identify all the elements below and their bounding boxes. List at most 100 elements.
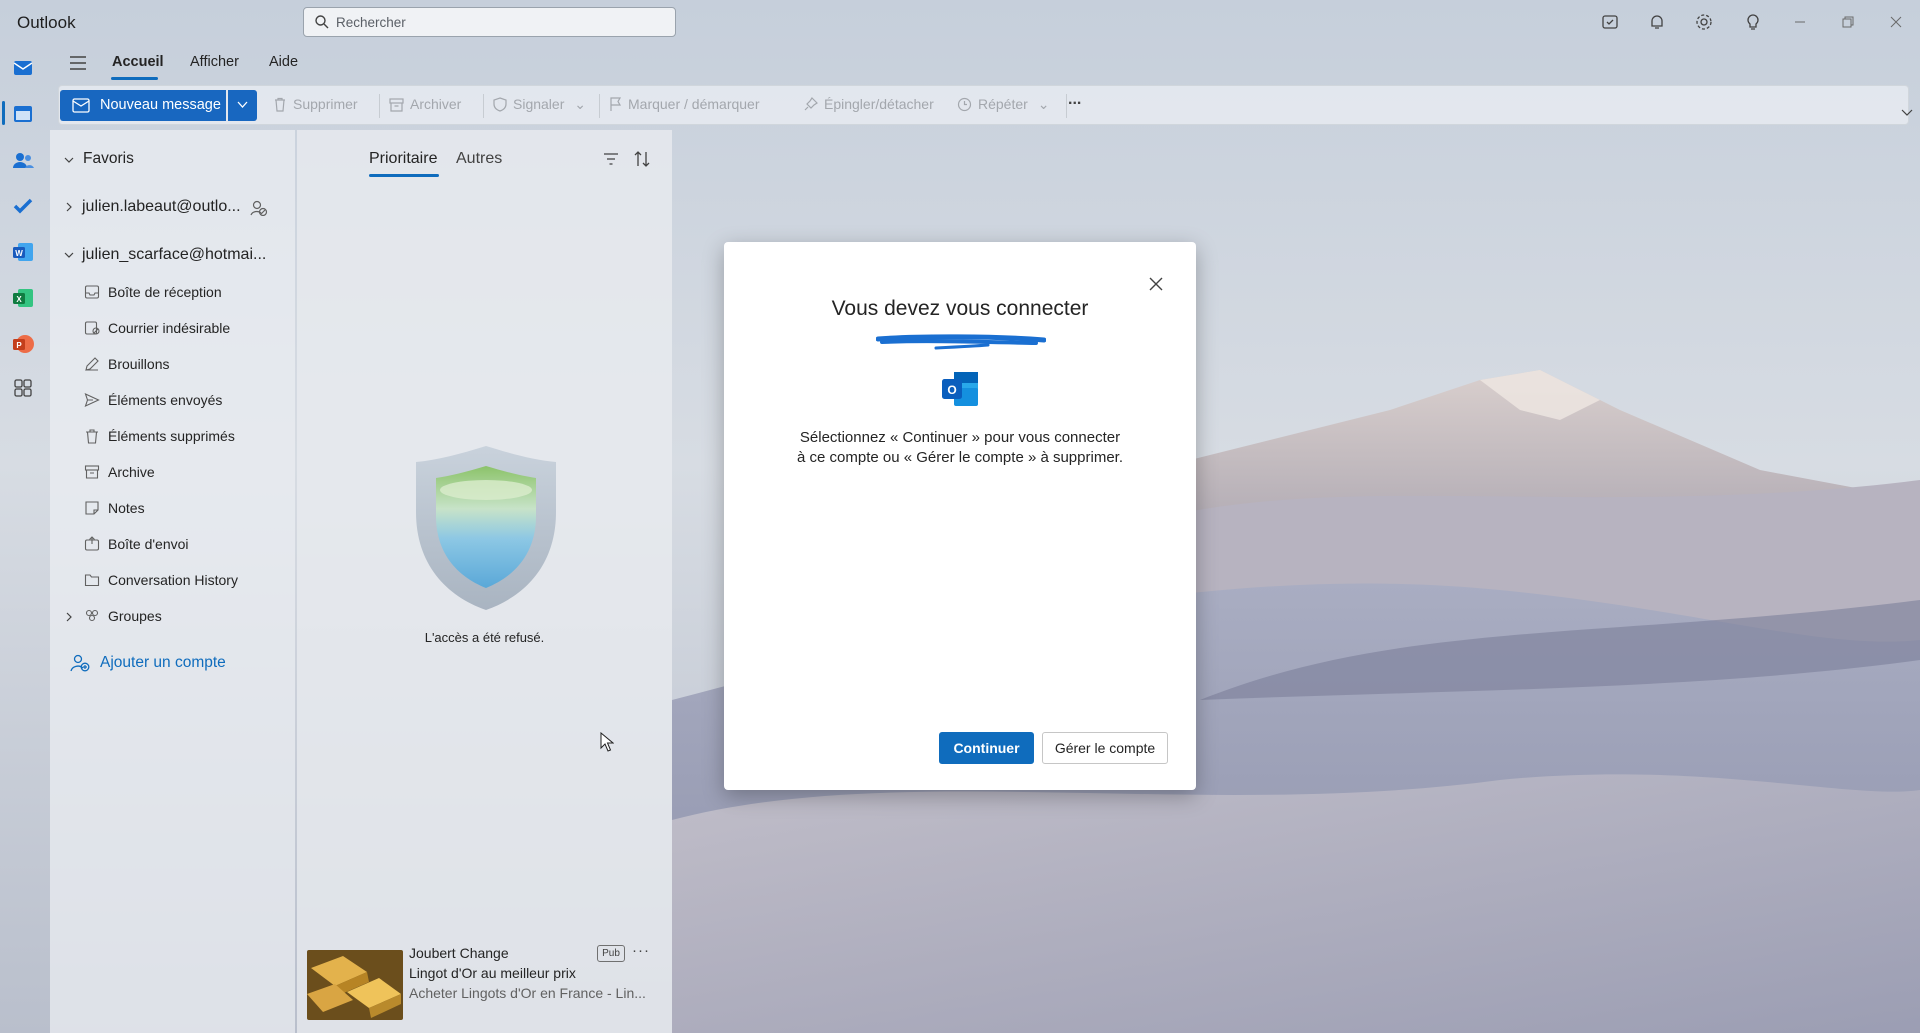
ad-message[interactable]: Joubert Change Pub ··· Lingot d'Or au me… <box>297 942 672 1033</box>
folder-sent[interactable]: Éléments envoyés <box>108 392 222 408</box>
more-commands-button[interactable]: ... <box>1068 91 1081 109</box>
add-account-link[interactable]: Ajouter un compte <box>100 654 226 672</box>
folder-archive[interactable]: Archive <box>108 464 155 480</box>
filter-icon[interactable] <box>603 152 619 166</box>
lightbulb-icon[interactable] <box>1743 12 1763 32</box>
tab-accueil[interactable]: Accueil <box>112 54 164 70</box>
manage-account-button[interactable]: Gérer le compte <box>1042 732 1168 764</box>
chevron-right-icon[interactable] <box>65 612 73 622</box>
separator <box>1066 94 1067 118</box>
folder-deleted[interactable]: Éléments supprimés <box>108 428 235 444</box>
chevron-down-icon[interactable] <box>64 251 74 259</box>
restore-icon[interactable] <box>1838 12 1858 32</box>
favorites-header[interactable]: Favoris <box>83 150 134 168</box>
trash-icon <box>275 97 285 112</box>
delete-label: Supprimer <box>293 96 358 112</box>
chevron-right-icon[interactable] <box>65 202 73 212</box>
svg-text:X: X <box>16 295 22 304</box>
repeat-button[interactable]: Répéter ⌄ <box>957 96 1049 113</box>
chevron-down-icon: ⌄ <box>1037 96 1050 112</box>
folder-notes[interactable]: Notes <box>108 500 145 516</box>
todo-icon[interactable] <box>10 193 36 219</box>
tab-afficher[interactable]: Afficher <box>190 54 239 70</box>
new-message-dropdown[interactable] <box>228 90 257 121</box>
search-placeholder: Rechercher <box>336 15 406 30</box>
delete-button[interactable]: Supprimer <box>273 96 358 112</box>
redacted-email-scribble <box>876 334 1046 350</box>
tab-aide[interactable]: Aide <box>269 54 298 70</box>
add-person-icon <box>70 654 90 672</box>
account-julien-scarface[interactable]: julien_scarface@hotmai... <box>82 246 266 264</box>
flag-label: Marquer / démarquer <box>628 96 760 112</box>
search-box[interactable]: Rechercher <box>303 7 676 37</box>
ad-sender: Joubert Change <box>409 945 509 961</box>
folder-conversation-history[interactable]: Conversation History <box>108 572 238 588</box>
title-bar: Outlook Rechercher <box>0 0 1920 45</box>
ad-subject: Lingot d'Or au meilleur prix <box>409 965 576 981</box>
folder-inbox[interactable]: Boîte de réception <box>108 284 222 300</box>
pin-button[interactable]: Épingler/détacher <box>804 96 934 112</box>
outlook-logo-icon: O <box>942 372 978 406</box>
sort-icon[interactable] <box>633 150 651 168</box>
ad-preview: Acheter Lingots d'Or en France - Lin... <box>409 985 646 1001</box>
bell-icon[interactable] <box>1647 12 1667 32</box>
calendar-icon[interactable] <box>10 101 36 127</box>
trash-icon <box>86 429 98 444</box>
send-icon <box>84 392 100 408</box>
folder-drafts[interactable]: Brouillons <box>108 356 169 372</box>
app-title: Outlook <box>17 13 76 32</box>
access-denied-text: L'accès a été refusé. <box>424 630 545 645</box>
minimize-icon[interactable] <box>1790 12 1810 32</box>
powerpoint-icon[interactable]: P <box>10 331 36 357</box>
close-icon[interactable] <box>1148 276 1164 292</box>
svg-text:O: O <box>947 383 956 397</box>
gear-icon[interactable] <box>1694 12 1714 32</box>
message-list: Prioritaire Autres L'accès a été refusé.… <box>297 130 672 1033</box>
dialog-message: Sélectionnez « Continuer » pour vous con… <box>797 429 1123 466</box>
excel-icon[interactable]: X <box>10 285 36 311</box>
folder-groups[interactable]: Groupes <box>108 608 162 624</box>
mail-icon[interactable] <box>10 55 36 81</box>
tab-selected-indicator <box>111 77 158 80</box>
separator <box>483 94 484 118</box>
report-button[interactable]: Signaler ⌄ <box>493 96 586 113</box>
continue-button[interactable]: Continuer <box>939 732 1034 764</box>
app-rail: W X P <box>0 45 46 1033</box>
archive-label: Archiver <box>410 96 462 112</box>
tab-prioritaire[interactable]: Prioritaire <box>369 150 437 168</box>
new-message-button[interactable]: Nouveau message <box>60 90 226 121</box>
ribbon-expand-icon[interactable] <box>1901 108 1913 117</box>
chevron-down-icon <box>237 101 248 108</box>
new-message-label: Nouveau message <box>100 97 221 113</box>
folder-pane: Favoris julien.labeaut@outlo... julien_s… <box>50 130 295 1033</box>
drafts-icon <box>85 357 99 371</box>
close-icon[interactable] <box>1886 12 1906 32</box>
archive-button[interactable]: Archiver <box>389 96 461 112</box>
flag-button[interactable]: Marquer / démarquer <box>609 96 760 112</box>
ribbon: Accueil Afficher Aide Nouveau message Su… <box>50 45 1920 127</box>
tab-selected-indicator <box>369 174 439 177</box>
pin-icon <box>804 97 818 111</box>
folder-icon <box>84 574 100 587</box>
folder-outbox[interactable]: Boîte d'envoi <box>108 536 189 552</box>
shield-icon <box>493 97 507 112</box>
flag-icon <box>610 97 622 111</box>
my-day-icon[interactable] <box>1600 12 1620 32</box>
note-icon <box>85 501 99 515</box>
chevron-down-icon[interactable] <box>64 156 74 164</box>
account-julien-labeaut[interactable]: julien.labeaut@outlo... <box>82 198 241 216</box>
ad-more-button[interactable]: ··· <box>632 942 650 959</box>
dialog-title: Vous devez vous connecter <box>831 297 1089 320</box>
hamburger-menu-icon[interactable] <box>68 55 88 71</box>
svg-text:W: W <box>15 249 23 258</box>
search-icon <box>315 15 329 29</box>
people-icon[interactable] <box>10 147 36 173</box>
signin-dialog: Vous devez vous connecter O Sélectionnez… <box>724 242 1196 790</box>
archive-icon <box>389 98 404 112</box>
tab-autres[interactable]: Autres <box>456 150 502 168</box>
folder-junk[interactable]: Courrier indésirable <box>108 320 230 336</box>
rail-selection-indicator <box>2 101 5 125</box>
pin-label: Épingler/détacher <box>824 96 934 112</box>
word-icon[interactable]: W <box>10 239 36 265</box>
apps-icon[interactable] <box>10 375 36 401</box>
